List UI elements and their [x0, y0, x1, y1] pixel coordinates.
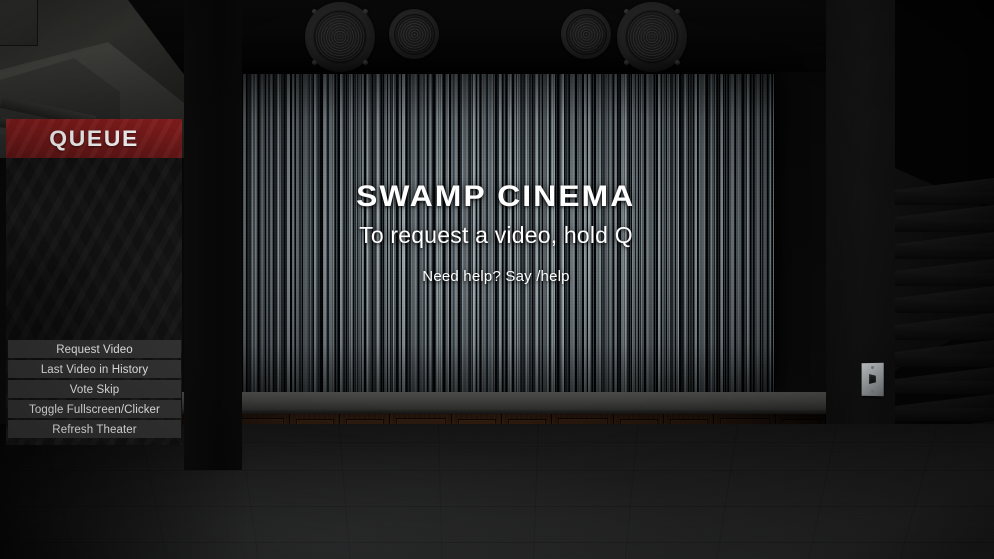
speaker-grille — [312, 9, 368, 65]
step-riser-6 — [895, 327, 994, 340]
refresh-theater-button[interactable]: Refresh Theater — [8, 420, 181, 438]
speaker-bolt-3 — [624, 60, 629, 65]
ceiling-speaker-small-left — [389, 9, 439, 59]
speaker-grille — [624, 9, 680, 65]
cinema-help-text: Need help? Say /help — [422, 268, 570, 285]
projection-screen[interactable]: SWAMP CINEMA To request a video, hold Q … — [218, 74, 774, 392]
ceiling-speaker-small-right — [561, 9, 611, 59]
request-video-button[interactable]: Request Video — [8, 340, 181, 358]
switch-toggle-icon — [869, 374, 876, 384]
step-riser-3 — [895, 246, 994, 259]
left-wall-framed-panel — [0, 0, 38, 46]
cinema-room-scene: SWAMP CINEMA To request a video, hold Q … — [0, 0, 994, 559]
step-riser-5 — [895, 300, 994, 313]
left-dark-column — [184, 0, 242, 470]
step-riser-7 — [895, 354, 994, 367]
step-riser-8 — [895, 381, 994, 394]
switch-screw-bottom — [871, 389, 874, 394]
speaker-bolt-2 — [675, 9, 680, 14]
cinema-subtitle: To request a video, hold Q — [359, 222, 633, 248]
step-riser-9 — [895, 408, 994, 421]
queue-header: QUEUE — [6, 119, 182, 158]
toggle-fullscreen-clicker-button[interactable]: Toggle Fullscreen/Clicker — [8, 400, 181, 418]
ceiling-speaker-large-right — [617, 2, 687, 72]
step-riser-4 — [895, 273, 994, 286]
switch-screw-top — [871, 365, 874, 370]
speaker-bolt-4 — [675, 60, 680, 65]
speaker-bolt-2 — [363, 9, 368, 14]
last-video-in-history-button[interactable]: Last Video in History — [8, 360, 181, 378]
screen-message-block: SWAMP CINEMA To request a video, hold Q … — [218, 74, 774, 392]
speaker-bolt-4 — [363, 60, 368, 65]
ceiling-speaker-large-left — [305, 2, 375, 72]
speaker-bolt-1 — [312, 9, 317, 14]
queue-action-buttons: Request Video Last Video in History Vote S… — [8, 340, 181, 438]
step-riser-2 — [895, 219, 994, 232]
queue-title: QUEUE — [49, 125, 139, 151]
cinema-title: SWAMP CINEMA — [356, 180, 636, 213]
speaker-grille — [565, 13, 607, 55]
speaker-grille — [393, 13, 435, 55]
speaker-bolt-1 — [624, 9, 629, 14]
speaker-bolt-3 — [312, 60, 317, 65]
wall-light-switch[interactable] — [861, 362, 884, 397]
vote-skip-button[interactable]: Vote Skip — [8, 380, 181, 398]
step-riser-1 — [895, 192, 994, 205]
